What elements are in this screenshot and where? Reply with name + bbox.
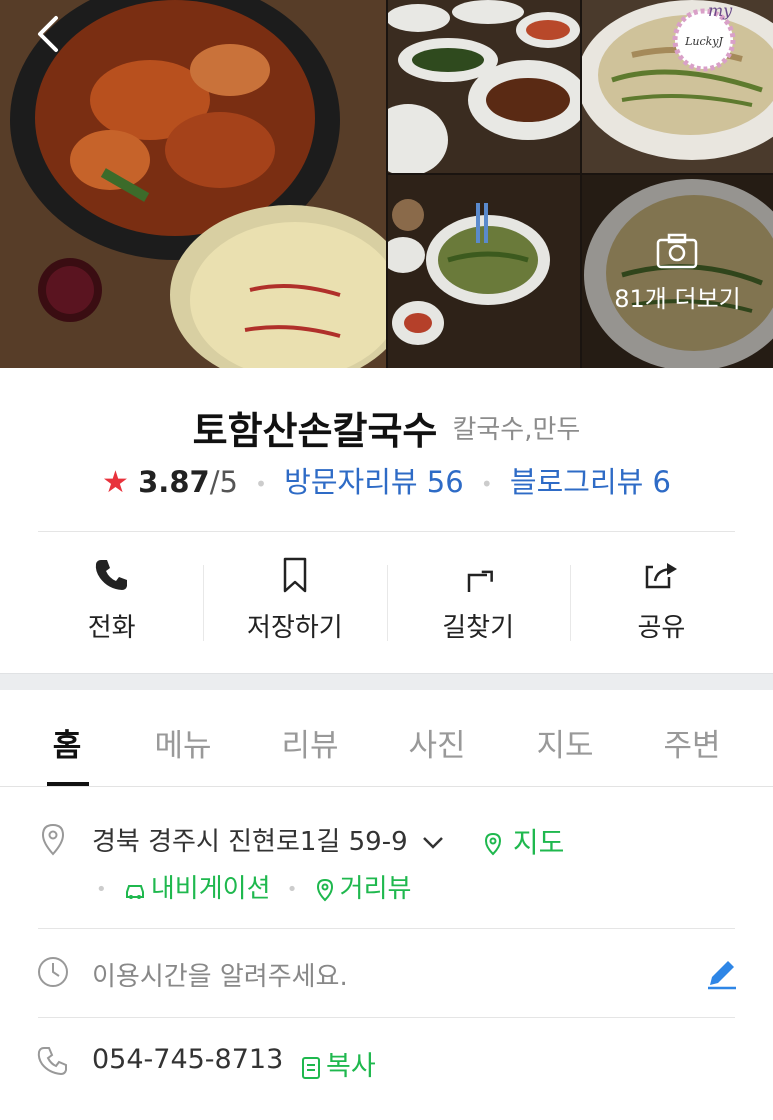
navigation-label: 내비게이션	[150, 874, 271, 904]
address-row: 경북 경주시 진현로1길 59-9	[92, 821, 444, 858]
visitor-reviews-link[interactable]: 방문자리뷰 56	[284, 465, 464, 499]
phone-number[interactable]: 054-745-8713	[92, 1044, 283, 1075]
separator-dot: •	[286, 879, 298, 900]
car-icon	[125, 884, 144, 899]
location-pin-icon	[41, 823, 65, 856]
camera-icon	[656, 233, 698, 269]
more-photos-overlay[interactable]	[582, 175, 773, 368]
directions-label: 길찾기	[442, 613, 514, 643]
tab-menu[interactable]: 메뉴	[154, 720, 211, 765]
photo-pancake-scissors[interactable]	[388, 175, 580, 368]
street-view-label: 거리뷰	[339, 874, 412, 904]
tab-map[interactable]: 지도	[536, 720, 593, 765]
share-icon	[646, 563, 678, 589]
phone-outline-icon	[37, 1047, 67, 1076]
save-button[interactable]: 저장하기	[203, 555, 386, 650]
share-label: 공유	[637, 613, 686, 643]
photo-gallery[interactable]: 81개 더보기 my LuckyJ	[0, 0, 773, 368]
phone-icon	[95, 560, 127, 590]
copy-phone-button[interactable]: 복사	[300, 1044, 376, 1083]
back-arrow-icon[interactable]	[30, 12, 74, 56]
separator-dot: •	[480, 472, 493, 496]
street-view-link[interactable]: 거리뷰	[314, 874, 412, 904]
tab-home[interactable]: 홈	[53, 720, 82, 765]
address-sub-links: • 내비게이션 • 거리뷰	[88, 868, 411, 905]
section-gap	[0, 673, 773, 690]
bookmark-icon	[283, 557, 307, 593]
watermark-logo: my LuckyJ	[672, 2, 736, 72]
copy-label: 복사	[326, 1051, 376, 1082]
navigation-link[interactable]: 내비게이션	[123, 874, 279, 904]
active-tab-indicator	[47, 782, 89, 786]
svg-text:my: my	[708, 2, 733, 20]
directions-button[interactable]: 길찾기	[386, 555, 570, 650]
address-text: 경북 경주시 진현로1길 59-9	[92, 827, 408, 857]
more-photos-label[interactable]: 81개 더보기	[582, 279, 773, 314]
divider	[38, 928, 735, 929]
share-button[interactable]: 공유	[569, 555, 753, 650]
blog-reviews-link[interactable]: 블로그리뷰 6	[510, 465, 671, 499]
tab-bar: 홈 메뉴 리뷰 사진 지도 주변	[0, 690, 773, 787]
divider	[38, 531, 735, 532]
chevron-down-icon[interactable]	[422, 836, 444, 850]
separator-dot: •	[255, 472, 267, 496]
directions-icon	[467, 570, 494, 592]
rating-row: ★ 3.87/5 • 방문자리뷰 56 • 블로그리뷰 6	[0, 459, 773, 501]
tab-reviews[interactable]: 리뷰	[281, 720, 338, 765]
separator-dot: •	[96, 879, 107, 900]
place-category: 칼국수,만두	[452, 415, 581, 445]
tab-nearby[interactable]: 주변	[663, 720, 720, 765]
map-link-label: 지도	[512, 826, 565, 859]
place-name: 토함산손칼국수	[192, 409, 438, 453]
rating-max: /5	[209, 465, 238, 499]
hours-prompt[interactable]: 이용시간을 알려주세요.	[92, 956, 348, 993]
star-icon: ★	[102, 465, 129, 500]
edit-pencil-icon[interactable]	[704, 955, 740, 991]
title-row: 토함산손칼국수 칼국수,만두	[0, 400, 773, 455]
save-label: 저장하기	[247, 613, 343, 643]
call-label: 전화	[87, 613, 136, 643]
action-bar: 전화 저장하기 길찾기 공유	[20, 555, 753, 650]
map-pin-icon	[484, 832, 502, 856]
map-link[interactable]: 지도	[482, 821, 564, 861]
divider	[38, 1017, 735, 1018]
svg-text:LuckyJ: LuckyJ	[684, 35, 723, 48]
street-view-pin-icon	[316, 878, 333, 901]
photo-side-dishes[interactable]	[388, 0, 580, 173]
clock-icon	[38, 957, 68, 987]
copy-icon	[302, 1056, 320, 1079]
call-button[interactable]: 전화	[20, 555, 203, 650]
tab-photos[interactable]: 사진	[408, 720, 465, 765]
rating-score: 3.87	[138, 465, 210, 499]
